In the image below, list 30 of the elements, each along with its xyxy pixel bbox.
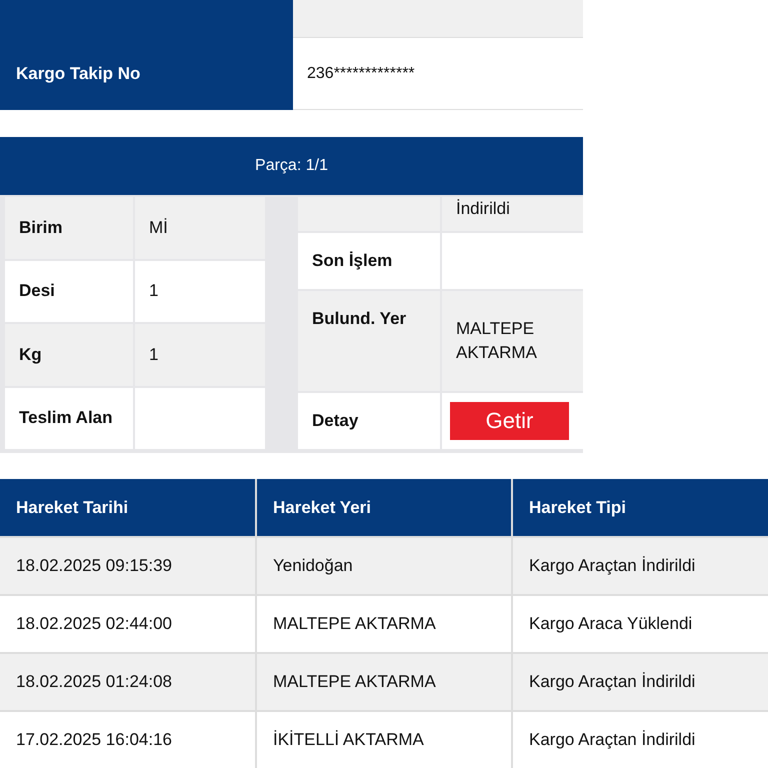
table-cell: 17.02.2025 16:04:16 (0, 712, 255, 768)
field-value: 1 (135, 324, 265, 386)
field-value: Mİ (135, 197, 265, 258)
table-cell: MALTEPE AKTARMA (442, 291, 583, 391)
table-cell: 18.02.2025 09:15:39 (0, 538, 255, 594)
field-label: Kg (5, 324, 133, 386)
column-header: Hareket Tipi (513, 479, 768, 536)
column-header: Hareket Yeri (257, 479, 511, 536)
table-cell: Kargo Araçtan İndirildi (513, 538, 768, 594)
table-cell: İKİTELLİ AKTARMA (257, 712, 511, 768)
table-cell: 18.02.2025 01:24:08 (0, 654, 255, 710)
field-label: Teslim Alan (5, 388, 133, 449)
field-label: Bulund. Yer (298, 291, 440, 391)
table-cell: Yenidoğan (257, 538, 511, 594)
table-cell: 18.02.2025 02:44:00 (0, 596, 255, 652)
column-header: Hareket Tarihi (0, 479, 255, 536)
piece-title: Parça: 1/1 (0, 137, 583, 195)
table-cell: Kargo Araca Yüklendi (513, 596, 768, 652)
getir-button[interactable]: Getir (450, 402, 569, 440)
field-label: Detay (298, 393, 440, 449)
table-cell: MALTEPE AKTARMA (257, 596, 511, 652)
table-cell: Kargo Araçtan İndirildi (513, 654, 768, 710)
field-value: 1 (135, 260, 265, 322)
table-cell: MALTEPE AKTARMA (257, 654, 511, 710)
field-label: Birim (5, 197, 133, 258)
field-label: Desi (5, 260, 133, 322)
field-label: Son İşlem (298, 233, 440, 289)
table-cell: İndirildi (442, 197, 583, 231)
field-label: Kargo Takip No (0, 38, 293, 110)
table-cell: Kargo Araçtan İndirildi (513, 712, 768, 768)
